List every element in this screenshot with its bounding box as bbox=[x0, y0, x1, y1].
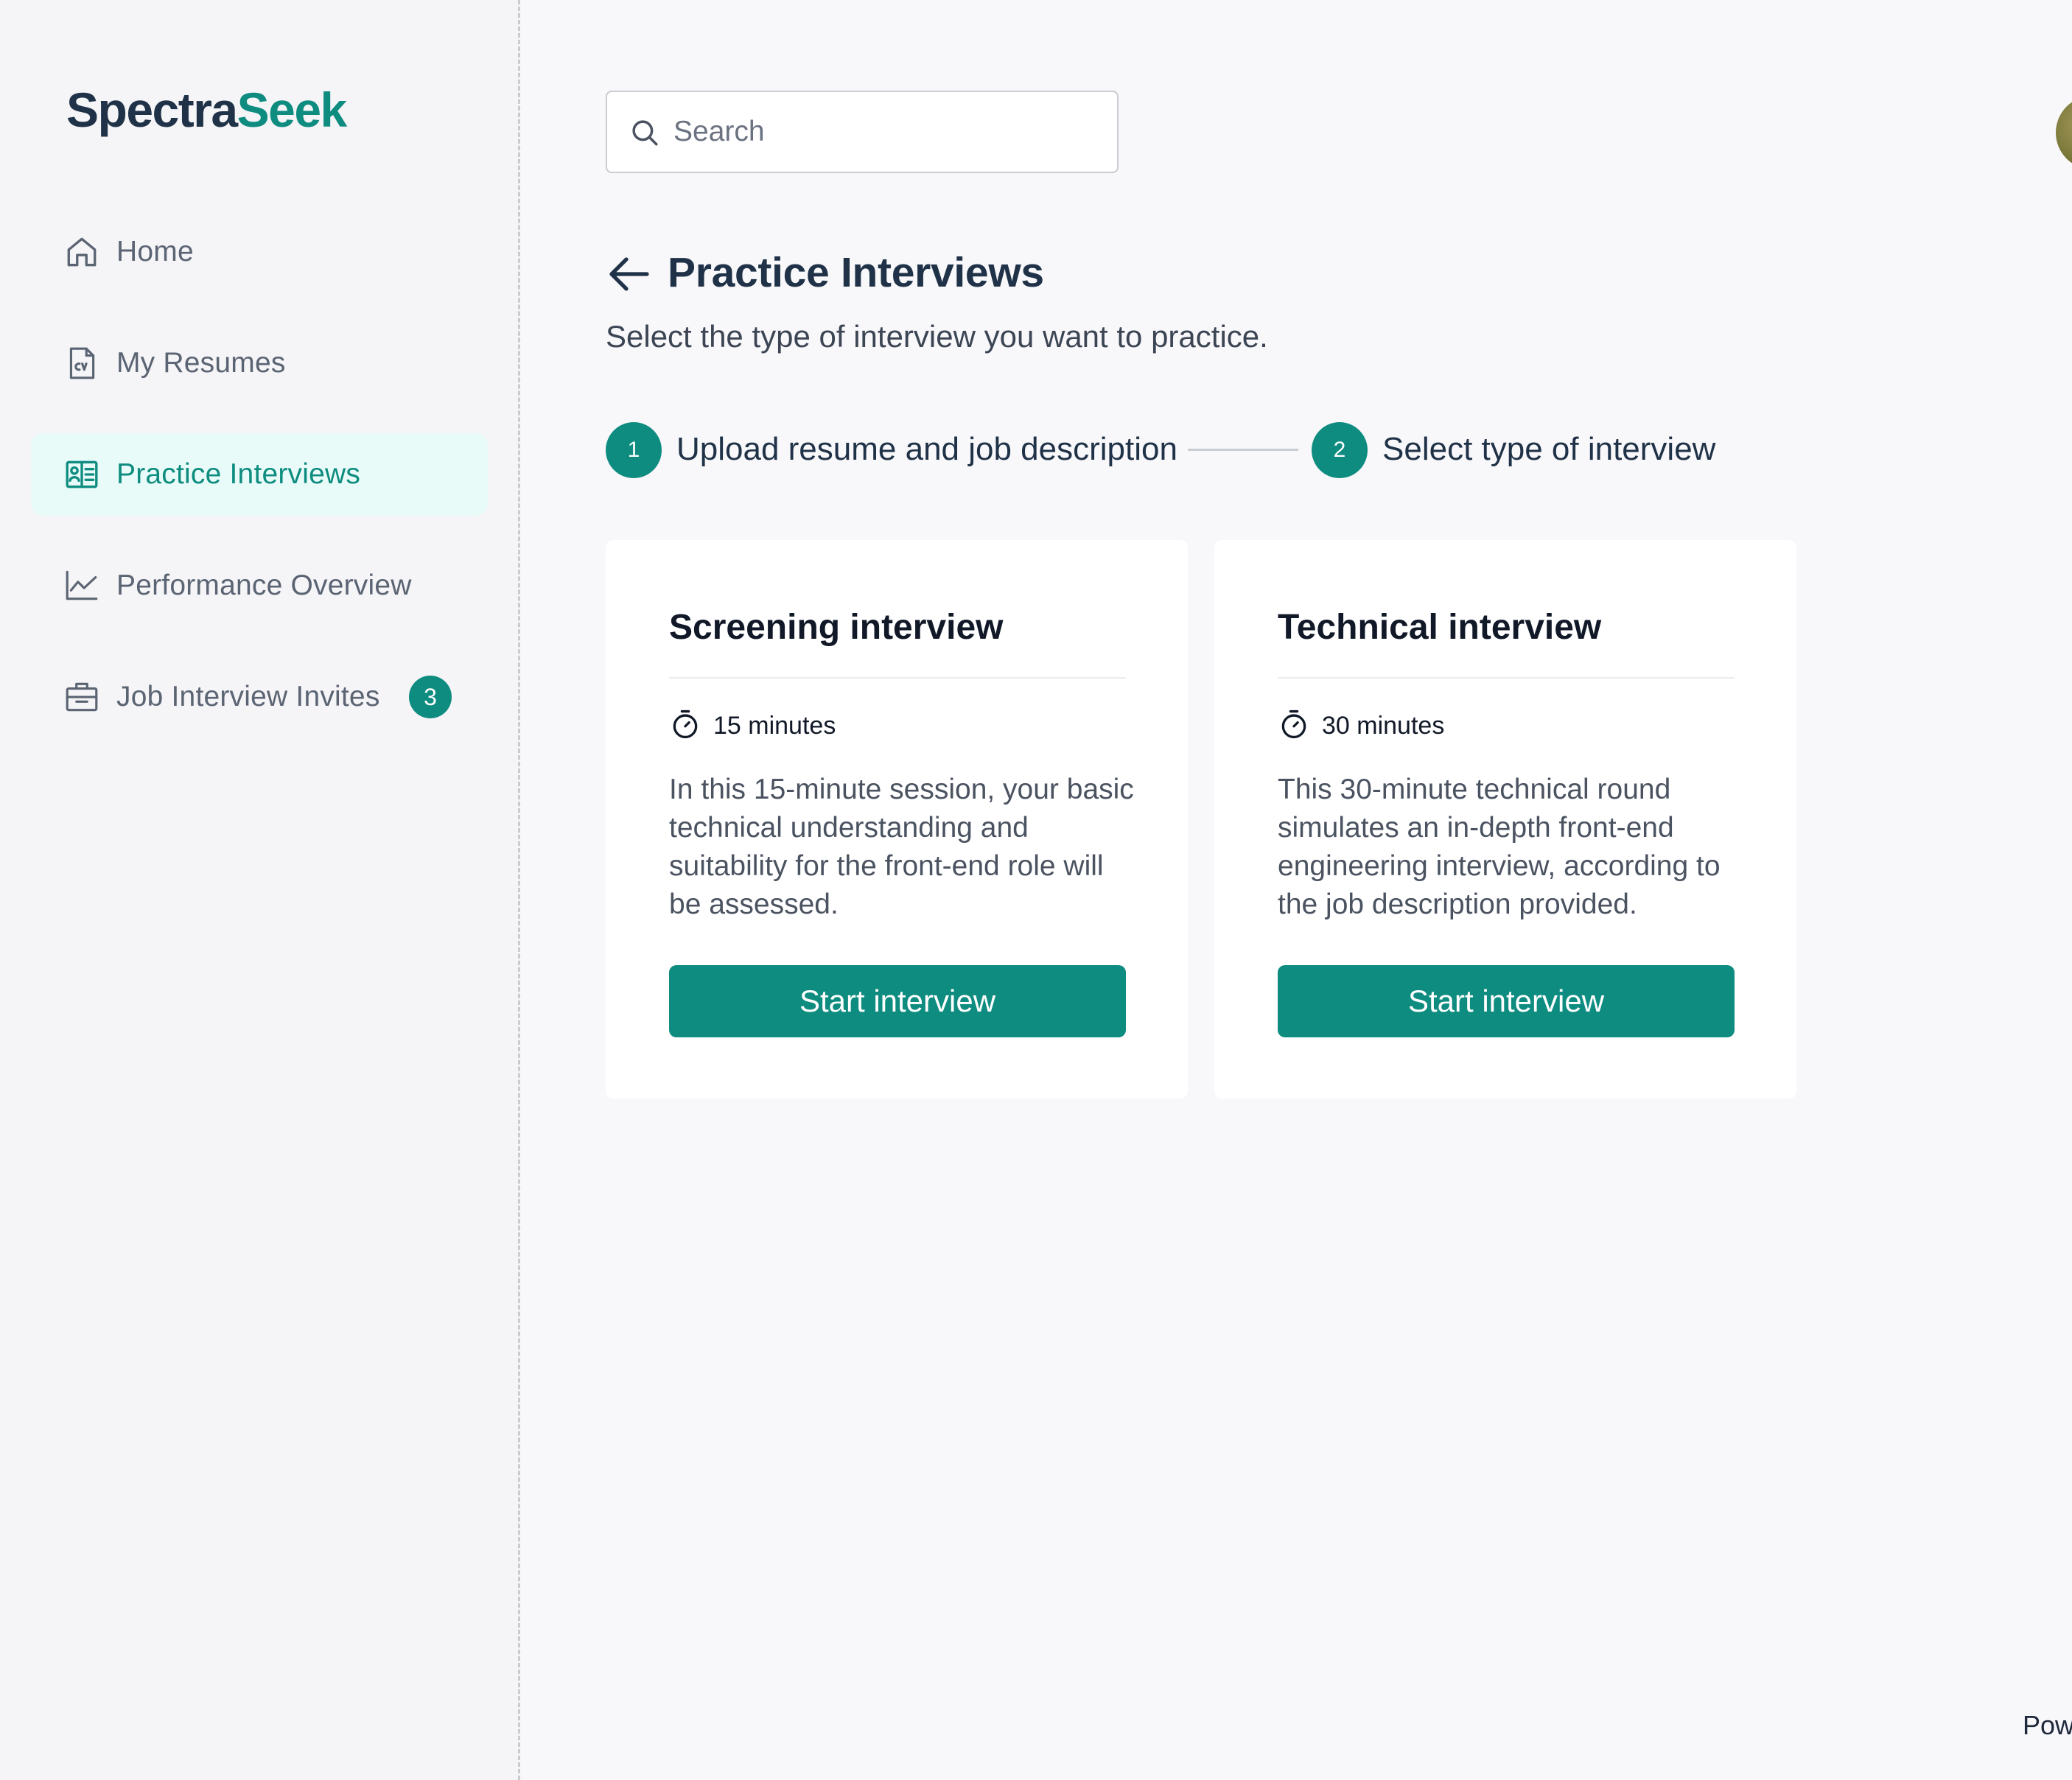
search-input[interactable] bbox=[673, 107, 1101, 157]
search-icon bbox=[632, 120, 658, 146]
step-1-number: 1 bbox=[606, 422, 662, 478]
briefcase-icon bbox=[66, 682, 98, 712]
sidebar: SpectraSeek Home My Resumes Practice Int… bbox=[0, 0, 520, 1780]
card-duration: 30 minutes bbox=[1322, 712, 1445, 740]
card-description: In this 15-minute session, your basic te… bbox=[669, 774, 1134, 920]
card-divider bbox=[1278, 677, 1735, 679]
card-divider bbox=[669, 677, 1126, 679]
sidebar-item-job-interview-invites[interactable]: Job Interview Invites 3 bbox=[31, 656, 488, 738]
brand-name-part2: Seek bbox=[237, 83, 348, 137]
sidebar-item-label: Home bbox=[116, 236, 194, 267]
stopwatch-icon bbox=[1281, 709, 1306, 739]
sidebar-item-label: Job Interview Invites bbox=[116, 681, 380, 712]
brand-logo[interactable]: SpectraSeek bbox=[66, 83, 348, 137]
avatar[interactable] bbox=[2056, 96, 2072, 169]
page-title: Practice Interviews bbox=[668, 249, 1044, 296]
sidebar-item-label: My Resumes bbox=[116, 347, 286, 379]
cv-document-icon bbox=[69, 347, 95, 379]
step-connector bbox=[1188, 449, 1298, 451]
card-title: Screening interview bbox=[669, 608, 1004, 647]
step-2-label: Select type of interview bbox=[1382, 431, 1716, 467]
sidebar-item-home[interactable]: Home bbox=[31, 211, 488, 293]
back-arrow-icon[interactable] bbox=[607, 255, 651, 293]
start-screening-interview-button[interactable]: Start interview bbox=[669, 965, 1126, 1037]
stopwatch-icon bbox=[673, 709, 698, 739]
id-card-icon bbox=[66, 460, 98, 488]
line-chart-icon bbox=[66, 570, 98, 600]
screening-interview-card: Screening interview 15 minutes In this 1… bbox=[606, 540, 1188, 1099]
sidebar-item-label: Practice Interviews bbox=[116, 458, 361, 490]
search-box[interactable] bbox=[606, 91, 1119, 173]
step-1-label: Upload resume and job description bbox=[676, 431, 1177, 467]
sidebar-item-practice-interviews[interactable]: Practice Interviews bbox=[31, 433, 488, 516]
home-icon bbox=[67, 237, 97, 267]
card-duration: 15 minutes bbox=[713, 712, 836, 740]
invites-count-badge: 3 bbox=[409, 676, 452, 718]
sidebar-item-my-resumes[interactable]: My Resumes bbox=[31, 322, 488, 404]
step-2-number: 2 bbox=[1312, 422, 1368, 478]
brand-name-part1: Spectra bbox=[66, 83, 238, 137]
sidebar-item-label: Performance Overview bbox=[116, 570, 412, 601]
technical-interview-card: Technical interview 30 minutes This 30-m… bbox=[1214, 540, 1796, 1099]
start-technical-interview-button[interactable]: Start interview bbox=[1278, 965, 1735, 1037]
sidebar-item-performance-overview[interactable]: Performance Overview bbox=[31, 544, 488, 627]
powered-by-text: Pow bbox=[2023, 1710, 2072, 1740]
page-subtitle: Select the type of interview you want to… bbox=[606, 319, 1268, 354]
card-description: This 30-minute technical round simulates… bbox=[1278, 774, 1721, 920]
card-title: Technical interview bbox=[1278, 608, 1602, 647]
